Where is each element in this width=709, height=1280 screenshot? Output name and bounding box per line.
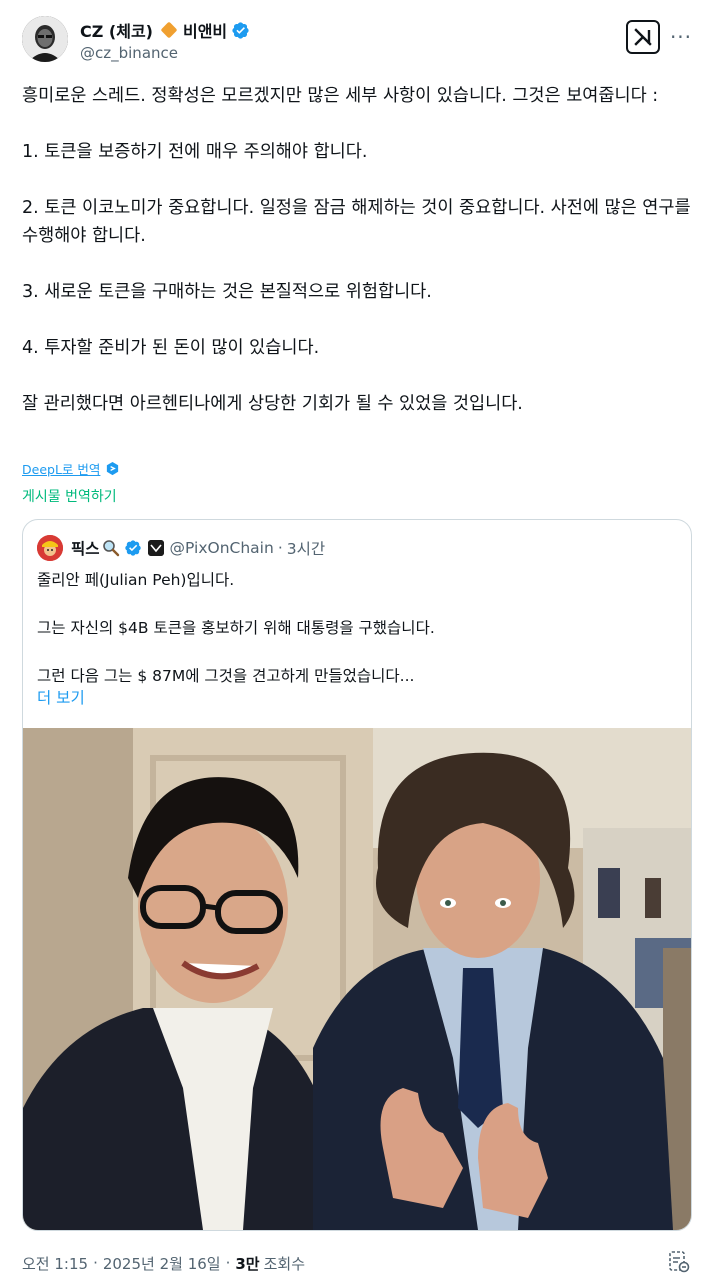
tweet-point-1: 1. 토큰을 보증하기 전에 매우 주의해야 합니다. [22,142,368,162]
author-handle[interactable]: @cz_binance [80,44,178,62]
quoted-line-3: 그런 다음 그는 $ 87M에 그것을 견고하게 만들었습니다... [37,667,415,685]
affiliate-badge-icon [147,540,164,556]
tweet-closing: 잘 관리했다면 아르헨티나에게 상당한 기회가 될 수 있었을 것입니다. [22,394,523,414]
deepl-icon [107,461,119,475]
author-avatar[interactable] [22,16,68,62]
tweet-point-3: 3. 새로운 토큰을 구매하는 것은 본질적으로 위험합니다. [22,282,432,302]
deepl-translation-link[interactable]: DeepL로 번역 [22,458,120,478]
quoted-line-2: 그는 자신의 $4B 토큰을 홍보하기 위해 대통령을 구했습니다. [37,619,435,637]
magnifier-emoji-icon [102,540,119,557]
views-label: 조회수 [263,1254,306,1273]
translate-post-link[interactable]: 게시물 번역하기 [22,486,117,506]
quoted-tweet-card[interactable]: 픽스 @PixOnChain · 3시간 줄리안 페(Julian Peh)입니… [22,519,692,1231]
grok-icon [634,28,652,46]
author-name-row[interactable]: CZ (체코) 비앤비 [80,18,250,42]
more-options-button[interactable]: ··· [668,24,694,50]
tweet-point-2: 2. 토큰 이코노미가 중요합니다. 일정을 잠금 해제하는 것이 중요합니다.… [22,198,691,246]
post-time[interactable]: 오전 1:15 [22,1253,88,1274]
post-date[interactable]: 2025년 2월 16일 [103,1253,221,1274]
verified-badge-icon[interactable] [231,21,250,40]
show-more-link[interactable]: 더 보기 [37,686,85,708]
tweet-point-4: 4. 투자할 준비가 된 돈이 많이 있습니다. [22,338,320,358]
tweet-meta: 오전 1:15 · 2025년 2월 16일 · 3만 조회수 [22,1252,305,1274]
quoted-timestamp[interactable]: 3시간 [287,537,325,559]
quoted-tweet-photo[interactable] [23,728,691,1230]
author-name-suffix[interactable]: 비앤비 [183,18,227,42]
quoted-verified-badge-icon [124,540,141,556]
post-engagements-icon[interactable] [668,1250,690,1274]
quoted-tweet-header: 픽스 @PixOnChain · 3시간 [37,535,325,561]
quoted-avatar-image [37,535,63,561]
views-count: 3만 [235,1254,260,1273]
author-avatar-image [22,16,68,62]
meta-separator: · [225,1254,231,1272]
meta-separator: · [93,1254,98,1272]
author-display-name[interactable]: CZ (체코) [80,18,153,42]
tweet-header: CZ (체코) 비앤비 @cz_binance ··· [22,16,692,68]
quoted-author-avatar[interactable] [37,535,63,561]
deepl-label[interactable]: DeepL로 번역 [22,459,100,478]
quoted-line-1: 줄리안 페(Julian Peh)입니다. [37,571,235,589]
quoted-separator: · [277,539,283,557]
quoted-author-handle[interactable]: @PixOnChain [170,539,274,557]
tweet-text: 흥미로운 스레드. 정확성은 모르겠지만 많은 세부 사항이 있습니다. 그것은… [22,82,692,418]
grok-button[interactable] [626,20,660,54]
quoted-author-name[interactable]: 픽스 [71,537,100,559]
diamond-emoji-icon [160,21,178,39]
tweet-line-intro: 흥미로운 스레드. 정확성은 모르겠지만 많은 세부 사항이 있습니다. 그것은… [22,86,659,106]
quoted-tweet-text: 줄리안 페(Julian Peh)입니다. 그는 자신의 $4B 토큰을 홍보하… [37,568,677,688]
